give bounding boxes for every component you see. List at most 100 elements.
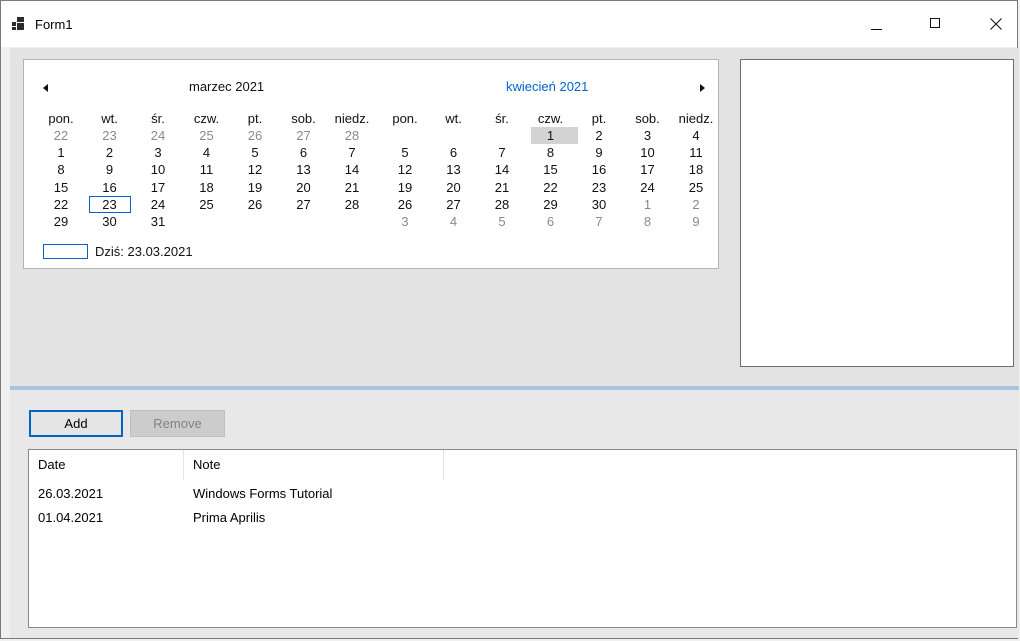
calendar-day[interactable]: 22 xyxy=(41,128,81,143)
calendar-day[interactable]: 26 xyxy=(385,197,425,212)
month-calendar[interactable]: marzec 2021 kwiecień 2021 pon. wt. śr. czw.… xyxy=(23,59,719,269)
calendar-day[interactable]: 12 xyxy=(385,162,425,177)
weekday-header: sob. xyxy=(635,111,660,126)
remove-button[interactable]: Remove xyxy=(130,410,225,437)
calendar-day[interactable]: 1 xyxy=(531,128,571,143)
calendar-day[interactable]: 17 xyxy=(628,162,668,177)
calendar-day[interactable]: 7 xyxy=(332,145,372,160)
calendar-day[interactable]: 22 xyxy=(41,197,81,212)
calendar-day[interactable]: 10 xyxy=(138,162,178,177)
maximize-button[interactable] xyxy=(913,1,959,47)
column-header-note[interactable]: Note xyxy=(184,450,444,480)
calendar-day[interactable]: 8 xyxy=(628,214,668,229)
calendar-day[interactable]: 29 xyxy=(41,214,81,229)
calendar-day[interactable]: 10 xyxy=(628,145,668,160)
calendar-day[interactable]: 24 xyxy=(138,128,178,143)
calendar-day[interactable]: 28 xyxy=(332,128,372,143)
calendar-day[interactable]: 7 xyxy=(482,145,522,160)
calendar-day[interactable]: 11 xyxy=(676,145,716,160)
calendar-day[interactable]: 6 xyxy=(284,145,324,160)
calendar-day[interactable]: 4 xyxy=(434,214,474,229)
calendar-day[interactable]: 20 xyxy=(434,180,474,195)
calendar-day[interactable]: 22 xyxy=(531,180,571,195)
calendar-day[interactable]: 21 xyxy=(332,180,372,195)
calendar-day[interactable]: 27 xyxy=(284,197,324,212)
calendar-day[interactable]: 3 xyxy=(138,145,178,160)
calendar-day[interactable]: 29 xyxy=(531,197,571,212)
calendar-day[interactable]: 16 xyxy=(90,180,130,195)
calendar-day[interactable]: 2 xyxy=(90,145,130,160)
calendar-day[interactable]: 1 xyxy=(628,197,668,212)
calendar-day[interactable]: 8 xyxy=(531,145,571,160)
next-month-arrow-icon[interactable] xyxy=(700,84,705,92)
calendar-day[interactable]: 7 xyxy=(579,214,619,229)
calendar-day[interactable]: 5 xyxy=(235,145,275,160)
today-label[interactable]: Dziś: 23.03.2021 xyxy=(95,244,193,259)
calendar-day[interactable]: 15 xyxy=(531,162,571,177)
calendar-day[interactable]: 24 xyxy=(138,197,178,212)
column-header-date[interactable]: Date xyxy=(29,450,184,480)
calendar-day[interactable]: 25 xyxy=(187,128,227,143)
calendar-day[interactable]: 19 xyxy=(385,180,425,195)
previous-month-arrow-icon[interactable] xyxy=(43,84,48,92)
close-button[interactable] xyxy=(973,1,1019,47)
weekday-header: pon. xyxy=(48,111,74,126)
calendar-day[interactable]: 25 xyxy=(187,197,227,212)
calendar-day[interactable]: 5 xyxy=(482,214,522,229)
calendar-day[interactable]: 15 xyxy=(41,180,81,195)
calendar-day[interactable]: 30 xyxy=(90,214,130,229)
calendar-day[interactable]: 4 xyxy=(676,128,716,143)
calendar-day[interactable]: 3 xyxy=(628,128,668,143)
calendar-day[interactable]: 20 xyxy=(284,180,324,195)
calendar-day[interactable]: 24 xyxy=(628,180,668,195)
calendar-day[interactable]: 27 xyxy=(434,197,474,212)
calendar-day[interactable]: 26 xyxy=(235,197,275,212)
calendar-day[interactable]: 13 xyxy=(434,162,474,177)
calendar-day[interactable]: 14 xyxy=(482,162,522,177)
calendar-day[interactable]: 27 xyxy=(284,128,324,143)
calendar-day[interactable]: 9 xyxy=(676,214,716,229)
calendar-day[interactable]: 18 xyxy=(187,180,227,195)
calendar-day[interactable]: 2 xyxy=(676,197,716,212)
list-item[interactable]: 01.04.2021 Prima Aprilis xyxy=(29,507,1016,529)
calendar-day[interactable]: 28 xyxy=(482,197,522,212)
calendar-day[interactable]: 19 xyxy=(235,180,275,195)
calendar-day[interactable]: 26 xyxy=(235,128,275,143)
calendar-day[interactable]: 12 xyxy=(235,162,275,177)
calendar-day[interactable]: 9 xyxy=(579,145,619,160)
calendar-day[interactable]: 11 xyxy=(187,162,227,177)
left-month-title[interactable]: marzec 2021 xyxy=(189,79,264,94)
add-button[interactable]: Add xyxy=(29,410,123,437)
minimize-button[interactable] xyxy=(854,1,900,47)
calendar-day[interactable]: 31 xyxy=(138,214,178,229)
picture-box xyxy=(740,59,1014,367)
notes-list-view[interactable]: Date Note 26.03.2021 Windows Forms Tutor… xyxy=(28,449,1017,628)
calendar-day[interactable]: 9 xyxy=(90,162,130,177)
weekday-header: pt. xyxy=(591,111,607,126)
calendar-day[interactable]: 8 xyxy=(41,162,81,177)
calendar-day[interactable]: 25 xyxy=(676,180,716,195)
calendar-day[interactable]: 30 xyxy=(579,197,619,212)
calendar-day[interactable]: 23 xyxy=(579,180,619,195)
calendar-day[interactable]: 18 xyxy=(676,162,716,177)
calendar-day[interactable]: 23 xyxy=(90,128,130,143)
calendar-day[interactable]: 4 xyxy=(187,145,227,160)
weekday-header: wt. xyxy=(101,111,118,126)
calendar-day[interactable]: 13 xyxy=(284,162,324,177)
calendar-day[interactable]: 3 xyxy=(385,214,425,229)
calendar-day[interactable]: 6 xyxy=(531,214,571,229)
calendar-day[interactable]: 14 xyxy=(332,162,372,177)
calendar-day[interactable]: 6 xyxy=(434,145,474,160)
right-month-title[interactable]: kwiecień 2021 xyxy=(506,79,588,94)
calendar-day[interactable]: 2 xyxy=(579,128,619,143)
calendar-day[interactable]: 1 xyxy=(41,145,81,160)
list-item[interactable]: 26.03.2021 Windows Forms Tutorial xyxy=(29,483,1016,505)
calendar-day[interactable]: 28 xyxy=(332,197,372,212)
calendar-day[interactable]: 16 xyxy=(579,162,619,177)
calendar-day[interactable]: 17 xyxy=(138,180,178,195)
calendar-day[interactable]: 23 xyxy=(90,197,130,212)
today-marker-icon xyxy=(43,244,88,259)
title-bar[interactable]: Form1 xyxy=(1,1,1017,47)
calendar-day[interactable]: 5 xyxy=(385,145,425,160)
calendar-day[interactable]: 21 xyxy=(482,180,522,195)
